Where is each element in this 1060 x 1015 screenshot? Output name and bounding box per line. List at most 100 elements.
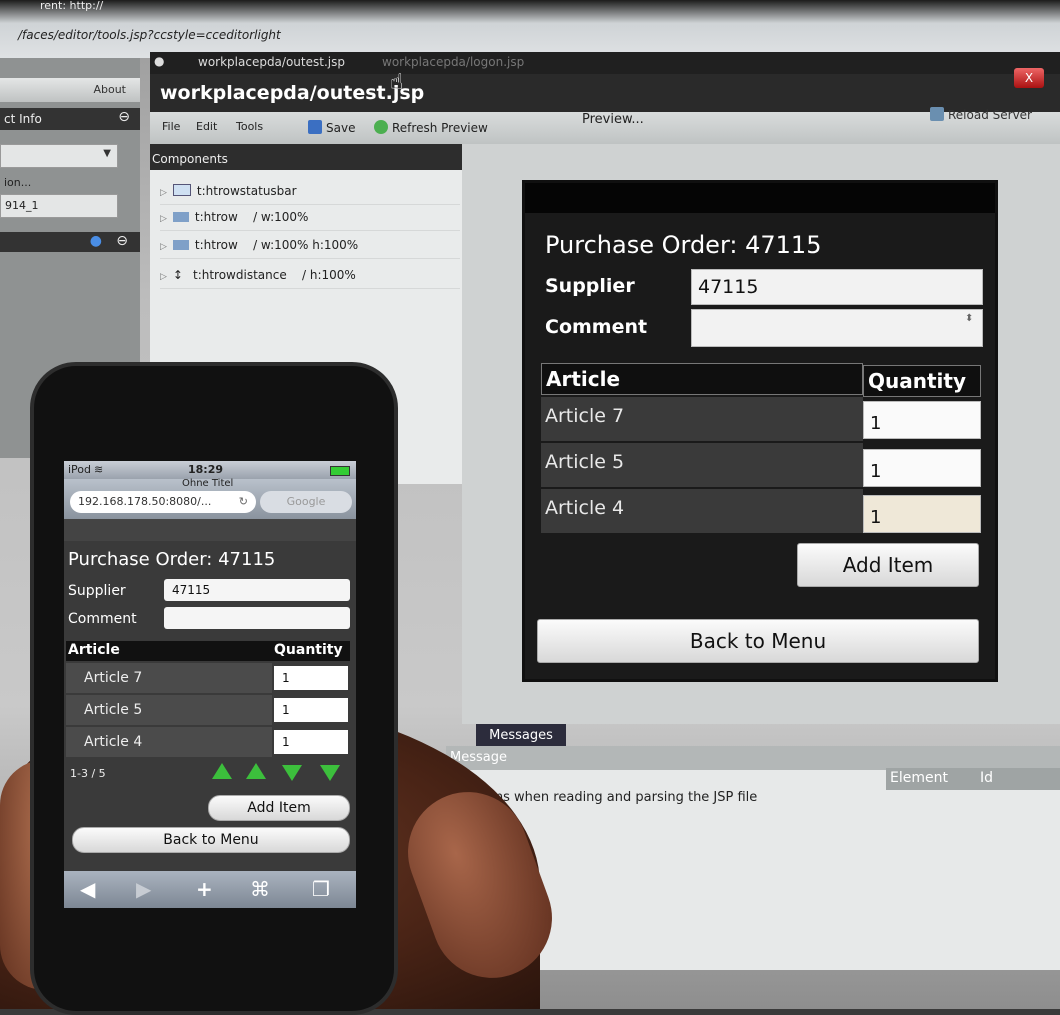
back-to-menu-button[interactable]: Back to Menu xyxy=(537,619,979,663)
col-quantity-label: Quantity xyxy=(868,369,966,393)
messages-tab[interactable]: Messages xyxy=(476,724,566,748)
editor-file-bar: workplacepda/outest.jsp X xyxy=(150,68,1060,112)
component-name: t:htrowdistance xyxy=(192,268,287,282)
version-label: ion... xyxy=(4,176,32,189)
components-header: Components xyxy=(150,144,462,170)
expand-icon[interactable]: ▷ xyxy=(160,214,167,224)
ipod-supplier-input[interactable]: 47115 xyxy=(164,579,350,601)
next-page-icon[interactable] xyxy=(282,765,302,781)
add-item-button[interactable]: Add Item xyxy=(797,543,979,587)
messages-columns: Element Id xyxy=(886,768,1060,790)
chevron-down-icon: ▼ xyxy=(103,148,111,159)
ipod-table-row[interactable]: Article 4 xyxy=(66,727,272,757)
add-bookmark-icon[interactable]: + xyxy=(196,877,213,901)
project-select[interactable]: ▼ xyxy=(0,144,118,168)
browser-url[interactable]: /faces/editor/tools.jsp?ccstyle=cceditor… xyxy=(18,28,281,42)
reload-server-button[interactable]: Reload Server xyxy=(930,107,1032,122)
quantity-input[interactable]: 1 xyxy=(863,495,981,533)
search-icon[interactable]: ● xyxy=(90,233,102,249)
component-name: t:htrowstatusbar xyxy=(196,184,297,198)
forward-icon[interactable]: ▶ xyxy=(136,877,151,901)
table-row-article[interactable]: Article 7 xyxy=(541,397,863,441)
file-title: workplacepda/outest.jsp xyxy=(160,82,425,104)
supplier-label: Supplier xyxy=(545,275,635,297)
component-item[interactable]: ▷ t:htrow / w:100% xyxy=(160,204,460,231)
menu-file[interactable]: File xyxy=(162,120,180,133)
expand-icon[interactable]: ▷ xyxy=(160,272,167,282)
col-article-label: Article xyxy=(546,367,621,391)
table-row-article[interactable]: Article 5 xyxy=(541,443,863,487)
ipod-table-row[interactable]: Article 7 xyxy=(66,663,272,693)
project-info-title: ct Info xyxy=(4,112,42,126)
ipod-comment-input[interactable] xyxy=(164,607,350,629)
ipod-quantity-input[interactable]: 1 xyxy=(274,698,348,722)
quantity-input[interactable]: 1 xyxy=(863,401,981,439)
expand-icon[interactable]: ▷ xyxy=(160,242,167,252)
browser-header-text: rent: http:// xyxy=(40,0,104,12)
search-field[interactable]: Google xyxy=(260,491,352,513)
statusbar-icon xyxy=(172,184,191,196)
save-button[interactable]: Save xyxy=(308,120,355,135)
component-item[interactable]: ▷ t:htrow / w:100% h:100% xyxy=(160,232,460,259)
ipod-quantity-input[interactable]: 1 xyxy=(274,666,348,690)
ipod-col-article: Article xyxy=(66,641,272,661)
component-attrs: / h:100% xyxy=(301,268,356,282)
ipod-table-row[interactable]: Article 5 xyxy=(66,695,272,725)
save-label: Save xyxy=(326,121,356,135)
close-button[interactable]: X xyxy=(1014,68,1044,88)
element-column-header: Element xyxy=(890,770,948,786)
refresh-label: Refresh Preview xyxy=(392,121,488,135)
component-item[interactable]: ▷ ↕ t:htrowdistance / h:100% xyxy=(160,262,460,289)
tree-header: ● ⊖ xyxy=(0,232,140,252)
ipod-add-item-button[interactable]: Add Item xyxy=(208,795,350,821)
reload-icon[interactable]: ↻ xyxy=(239,491,248,513)
ipod-statusbar: iPod ≋ 18:29 xyxy=(64,461,356,479)
ipod-comment-label: Comment xyxy=(68,611,137,627)
ipod-quantity-input[interactable]: 1 xyxy=(274,730,348,754)
ipod-back-to-menu-button[interactable]: Back to Menu xyxy=(72,827,350,853)
ipod-col-article-label: Article xyxy=(68,642,120,658)
component-attrs: / w:100% xyxy=(253,210,309,224)
table-header-article: Article xyxy=(541,363,863,395)
pages-icon[interactable]: ❐ xyxy=(312,877,330,901)
prev-page-icon[interactable] xyxy=(246,763,266,779)
about-link[interactable]: About xyxy=(93,83,126,96)
component-name: t:htrow xyxy=(194,238,238,252)
expand-icon[interactable]: ▷ xyxy=(160,188,167,198)
form-title: Purchase Order: 47115 xyxy=(545,231,822,259)
table-header-quantity: Quantity xyxy=(863,365,981,397)
supplier-input[interactable]: 47115 xyxy=(691,269,983,305)
table-row-article[interactable]: Article 4 xyxy=(541,489,863,533)
ipod-webpage: Purchase Order: 47115 Supplier 47115 Com… xyxy=(64,541,356,871)
reload-label: Reload Server xyxy=(948,108,1032,122)
distance-icon: ↕ xyxy=(172,268,183,282)
preview-label[interactable]: Preview... xyxy=(582,112,644,127)
address-field[interactable]: 192.168.178.50:8080/... ↻ xyxy=(70,491,256,513)
refresh-preview-button[interactable]: Refresh Preview xyxy=(374,120,488,135)
messages-header: Message xyxy=(446,746,1060,770)
tab-logon[interactable]: workplacepda/logon.jsp xyxy=(382,55,524,69)
battery-icon xyxy=(330,466,350,476)
bookmarks-icon[interactable]: ⌘ xyxy=(250,877,270,901)
menu-edit[interactable]: Edit xyxy=(196,120,217,133)
menu-tools[interactable]: Tools xyxy=(236,120,263,133)
form-statusbar xyxy=(525,183,995,213)
version-field[interactable]: 914_1 xyxy=(0,194,118,218)
component-item[interactable]: ▷ t:htrowstatusbar xyxy=(160,178,460,205)
stepper-icon[interactable]: ⬍ xyxy=(965,313,973,324)
tab-outest[interactable]: workplacepda/outest.jsp xyxy=(198,55,345,69)
back-icon[interactable]: ◀ xyxy=(80,877,95,901)
quantity-input[interactable]: 1 xyxy=(863,449,981,487)
hand-cursor-icon: ☝ xyxy=(390,70,404,95)
row-icon xyxy=(172,212,189,222)
clock: 18:29 xyxy=(188,463,224,476)
last-page-icon[interactable] xyxy=(320,765,340,781)
comment-input[interactable] xyxy=(691,309,983,347)
safari-toolbar: ◀ ▶ + ⌘ ❐ xyxy=(64,871,356,908)
browser-url-bar: rent: http:// /faces/editor/tools.jsp?cc… xyxy=(0,0,1060,58)
collapse-icon[interactable]: ⊖ xyxy=(118,109,130,125)
address-text: 192.168.178.50:8080/... xyxy=(78,495,212,508)
collapse-icon[interactable]: ⊖ xyxy=(116,233,128,249)
ipod-supplier-label: Supplier xyxy=(68,583,126,599)
first-page-icon[interactable] xyxy=(212,763,232,779)
